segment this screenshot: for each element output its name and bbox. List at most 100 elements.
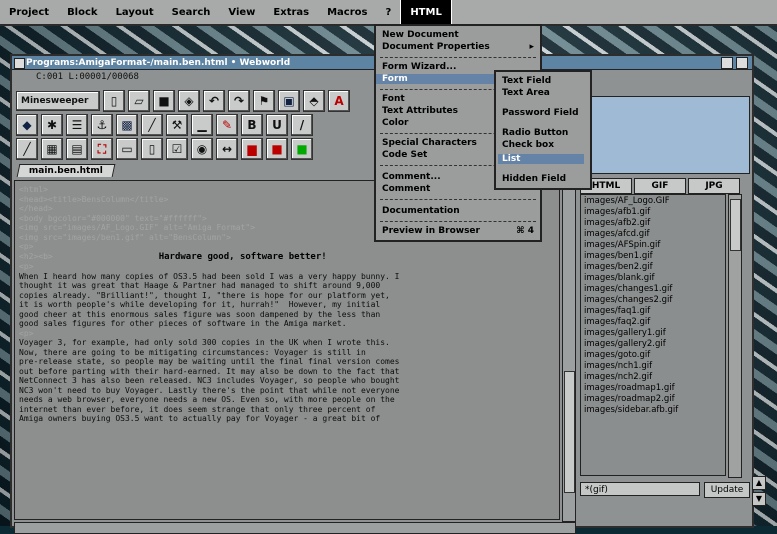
menu-item-form-wizard[interactable]: Form Wizard... [382,62,456,72]
green-color-icon[interactable]: ■ [291,138,313,160]
column-icon[interactable]: ▯ [141,138,163,160]
scroll-down-icon[interactable]: ▼ [752,492,766,506]
file-list-scrollbar[interactable] [728,194,742,478]
underline-bar-icon[interactable]: ▁ [191,114,213,136]
file-filter-input[interactable]: *(gif) [580,482,700,496]
menu-item-font[interactable]: Font [382,94,405,104]
file-list[interactable]: images/AF_Logo.GIF images/afb1.gif image… [580,194,726,476]
undo-icon[interactable]: ↶ [203,90,225,112]
line-tool-icon[interactable]: ╱ [141,114,163,136]
record-icon[interactable]: ◉ [191,138,213,160]
color-palette-icon[interactable]: ▆ [241,138,263,160]
tools-icon[interactable]: ✱ [41,114,63,136]
list-item[interactable]: images/AF_Logo.GIF [584,196,722,207]
list-item[interactable]: images/ben1.gif [584,251,722,262]
menu-item-special-characters[interactable]: Special Characters [382,138,477,148]
tab-main-document[interactable]: main.ben.html [16,164,116,177]
menu-html[interactable]: HTML [400,0,452,25]
menu-item-comment[interactable]: Comment [382,184,430,194]
list-item[interactable]: images/gallery2.gif [584,339,722,350]
list-item[interactable]: images/afb2.gif [584,218,722,229]
open-folder-icon[interactable]: ▱ [128,90,150,112]
new-document-icon[interactable]: ▯ [103,90,125,112]
update-button[interactable]: Update [704,482,750,498]
scroll-up-icon[interactable]: ▲ [752,476,766,490]
list-item[interactable]: images/changes1.gif [584,284,722,295]
tab-gif[interactable]: GIF [634,178,686,194]
box-icon[interactable]: ▭ [116,138,138,160]
menu-item-new-document[interactable]: New Document [382,30,459,40]
swap-arrows-icon[interactable]: ↔ [216,138,238,160]
depth-gadget-icon[interactable] [736,57,748,69]
zoom-gadget-icon[interactable] [721,57,733,69]
picture-icon[interactable]: ▩ [116,114,138,136]
list-item[interactable]: images/roadmap2.gif [584,394,722,405]
save-disk-icon[interactable]: ■ [153,90,175,112]
pencil-icon[interactable]: ✎ [216,114,238,136]
print-icon[interactable]: ◈ [178,90,200,112]
list-item[interactable]: images/nch2.gif [584,372,722,383]
submenu-item-password-field[interactable]: Password Field [502,108,579,118]
frame-icon[interactable]: ⛶ [91,138,113,160]
editor-scroll-thumb[interactable] [564,371,575,493]
menu-macros[interactable]: Macros [318,0,376,24]
submenu-item-hidden-field[interactable]: Hidden Field [502,174,566,184]
menu-item-preview-in-browser[interactable]: Preview in Browser [382,226,480,236]
grid-icon[interactable]: ▤ [66,138,88,160]
align-icon[interactable]: ☰ [66,114,88,136]
menu-item-documentation[interactable]: Documentation [382,206,460,216]
link-icon[interactable]: ◆ [16,114,38,136]
redo-icon[interactable]: ↷ [228,90,250,112]
list-item[interactable]: images/afcd.gif [584,229,722,240]
slash-icon[interactable]: ╱ [16,138,38,160]
bookmark-icon[interactable]: ⚑ [253,90,275,112]
list-item[interactable]: images/AFSpin.gif [584,240,722,251]
menu-item-code-set[interactable]: Code Set [382,150,427,160]
list-item[interactable]: images/afb1.gif [584,207,722,218]
list-item[interactable]: images/changes2.gif [584,295,722,306]
list-item[interactable]: images/ben2.gif [584,262,722,273]
list-item[interactable]: images/goto.gif [584,350,722,361]
menu-help[interactable]: ? [377,0,401,24]
table-icon[interactable]: ▦ [41,138,63,160]
submenu-item-list[interactable]: List [498,154,584,164]
menu-item-color[interactable]: Color [382,118,409,128]
menu-project[interactable]: Project [0,0,58,24]
editor-horizontal-scrollbar[interactable] [14,522,576,534]
file-list-scroll-thumb[interactable] [730,199,741,251]
editor-scrollbar[interactable] [562,180,576,522]
submenu-item-check-box[interactable]: Check box [502,140,554,150]
menu-item-comment-dialog[interactable]: Comment... [382,172,441,182]
menu-item-document-properties[interactable]: Document Properties [382,42,490,52]
italic-icon[interactable]: / [291,114,313,136]
menu-search[interactable]: Search [163,0,220,24]
menu-view[interactable]: View [219,0,264,24]
eraser-icon[interactable]: ⬘ [303,90,325,112]
check-box-icon[interactable]: ☑ [166,138,188,160]
red-color-icon[interactable]: ■ [266,138,288,160]
menu-extras[interactable]: Extras [264,0,318,24]
list-item[interactable]: images/blank.gif [584,273,722,284]
anchor-icon[interactable]: ⚓ [91,114,113,136]
submenu-item-radio-button[interactable]: Radio Button [502,128,568,138]
list-item[interactable]: images/faq2.gif [584,317,722,328]
menu-layout[interactable]: Layout [107,0,163,24]
bold-icon[interactable]: B [241,114,263,136]
menu-item-form[interactable]: Form [376,74,500,84]
tab-jpg[interactable]: JPG [688,178,740,194]
list-item[interactable]: images/roadmap1.gif [584,383,722,394]
minesweeper-button[interactable]: Minesweeper [16,91,100,111]
submenu-item-text-area[interactable]: Text Area [502,88,550,98]
list-item[interactable]: images/gallery1.gif [584,328,722,339]
list-item[interactable]: images/nch1.gif [584,361,722,372]
image-icon[interactable]: ▣ [278,90,300,112]
underline-icon[interactable]: U [266,114,288,136]
list-item[interactable]: images/sidebar.afb.gif [584,405,722,416]
submenu-item-text-field[interactable]: Text Field [502,76,551,86]
menu-item-text-attributes[interactable]: Text Attributes [382,106,458,116]
font-icon[interactable]: A [328,90,350,112]
close-gadget-icon[interactable] [14,58,25,69]
hammer-icon[interactable]: ⚒ [166,114,188,136]
menu-block[interactable]: Block [58,0,107,24]
list-item[interactable]: images/faq1.gif [584,306,722,317]
